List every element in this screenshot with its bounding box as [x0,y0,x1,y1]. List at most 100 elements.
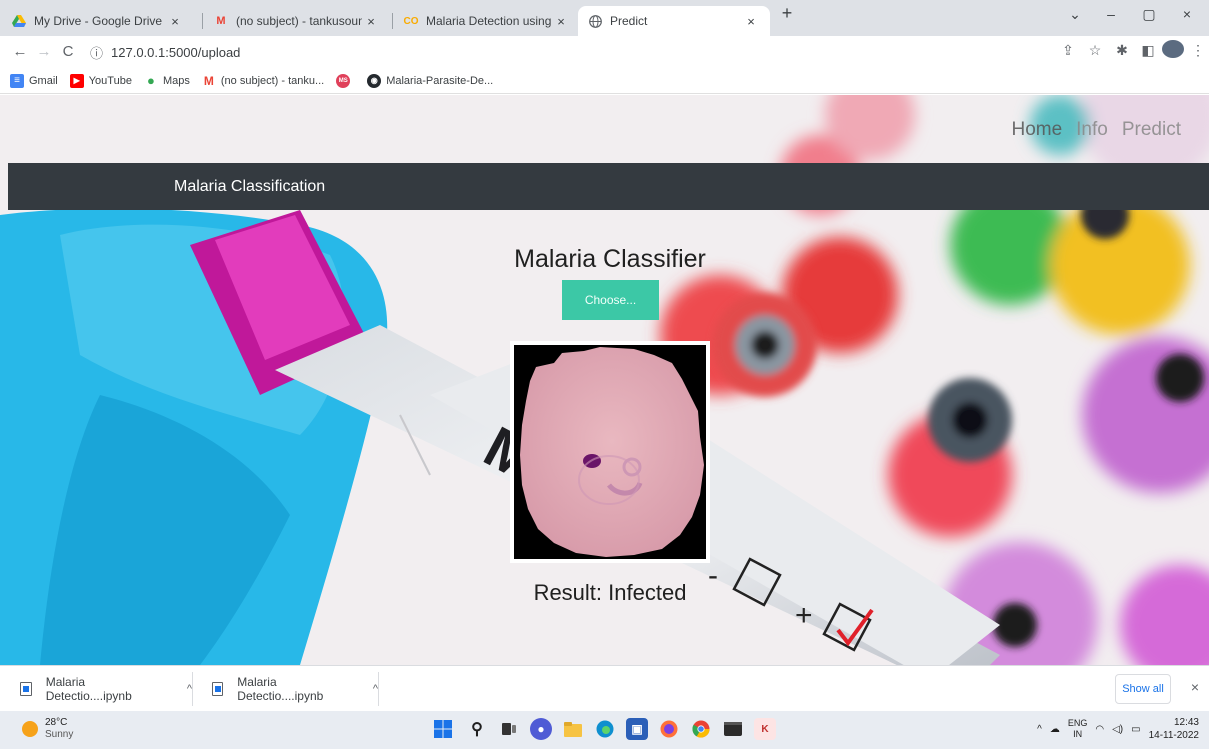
tab-divider [392,13,393,29]
chrome-icon[interactable] [690,718,712,740]
clock-date: 14-11-2022 [1148,730,1199,741]
bookmark-gmail[interactable]: ≡ Gmail [10,73,58,88]
bookmark-ms[interactable]: MS [336,73,355,88]
tab-title: My Drive - Google Drive [34,14,163,28]
bookmark-label: (no subject) - tanku... [220,74,325,87]
youtube-icon: ▶ [69,73,84,88]
download-item[interactable]: Malaria Detectio....ipynb ^ [192,666,378,712]
nav-predict-link[interactable]: Predict [1122,119,1181,141]
store-icon[interactable]: ▣ [626,718,648,740]
search-icon[interactable]: ⚲ [466,718,488,740]
file-icon [20,682,32,696]
docs-icon: ≡ [10,73,24,88]
windows-start-icon[interactable] [432,718,454,740]
tab-strip: My Drive - Google Drive × M (no subject)… [0,0,1209,36]
download-filename: Malaria Detectio....ipynb [45,675,132,703]
lang-region: IN [1073,729,1083,739]
weather-widget[interactable]: 28°C Sunny [22,717,73,741]
file-explorer-icon[interactable] [562,718,584,740]
colab-icon: CO [403,15,419,27]
chevron-down-icon[interactable]: ⌄ [1060,6,1090,23]
battery-icon[interactable]: ▭ [1131,724,1140,735]
file-icon [212,682,224,696]
address-text: 127.0.0.1:5000/upload [111,44,241,60]
close-icon[interactable]: × [166,14,184,29]
bookmark-github[interactable]: ◉ Malaria-Parasite-De... [367,73,493,88]
forward-button[interactable]: → [34,43,54,60]
globe-icon [588,14,602,28]
tab-gmail[interactable]: M (no subject) - tankusoumya@gm × [204,6,390,36]
download-divider [378,672,379,706]
maximize-button[interactable]: ▢ [1134,6,1164,23]
bookmark-label: Maps [162,74,190,87]
tab-google-drive[interactable]: My Drive - Google Drive × [2,6,194,36]
new-tab-button[interactable]: + [772,3,802,24]
clock[interactable]: 12:43 14-11-2022 [1149,716,1199,742]
teams-chat-icon[interactable]: ● [530,718,552,740]
choose-file-button[interactable]: Choose... [562,280,659,320]
tab-divider [202,13,203,29]
volume-icon[interactable]: ◁) [1112,724,1123,735]
cloud-icon[interactable]: ☁ [1050,724,1060,735]
share-icon[interactable]: ⇪ [1058,42,1078,59]
maps-icon: ● [147,73,155,88]
uploaded-cell-image [510,341,710,563]
svg-text:+: + [795,599,813,632]
bookmark-label: Gmail [29,74,58,87]
avatar[interactable] [1162,40,1184,58]
firefox-icon[interactable] [658,718,680,740]
tab-title: (no subject) - tankusoumya@gm [236,14,362,28]
weather-temp: 28°C [45,717,68,728]
prediction-result: Result: Infected [533,580,687,605]
downloads-bar: Malaria Detectio....ipynb ^ Malaria Dete… [0,665,1209,711]
info-icon[interactable]: ⓘ [90,43,103,62]
task-view-icon[interactable] [498,718,520,740]
bookmark-label: YouTube [88,74,132,87]
gmail-icon: M [203,73,214,88]
side-panel-icon[interactable]: ◧ [1138,42,1158,59]
bookmark-maps[interactable]: ● Maps [144,73,190,88]
download-item[interactable]: Malaria Detectio....ipynb ^ [0,666,192,712]
reload-button[interactable]: C [58,43,78,60]
tab-title: Predict [610,14,648,28]
github-icon: ◉ [367,73,382,88]
close-icon[interactable]: × [742,14,760,29]
close-icon[interactable]: × [1191,679,1199,695]
clock-time: 12:43 [1173,717,1199,728]
back-button[interactable]: ← [10,43,30,60]
minimize-button[interactable]: – [1096,6,1126,22]
nav-info-link[interactable]: Info [1076,119,1108,141]
show-all-button[interactable]: Show all [1115,674,1171,704]
system-tray: ^ ☁ ENG IN ◠ ◁) ▭ 12:43 14-11-2022 [1037,716,1199,742]
web-page: M + - Home Info Predict Malaria Classifi… [0,95,1209,665]
nav-home-link[interactable]: Home [1011,119,1062,141]
wifi-icon[interactable]: ◠ [1095,724,1104,735]
address-bar[interactable]: ⓘ 127.0.0.1:5000/upload [90,40,1050,64]
language-indicator[interactable]: ENG IN [1068,718,1088,740]
tab-title: Malaria Detection using DL.ipynb [426,14,552,28]
bookmarks-bar: ≡ Gmail ▶ YouTube ● Maps M (no subject) … [0,68,1209,94]
cell-image [514,345,706,559]
close-icon[interactable]: × [362,14,380,29]
window-close-button[interactable]: × [1172,6,1202,22]
bookmark-gmail-nosubject[interactable]: M (no subject) - tanku... [202,74,324,88]
tab-colab[interactable]: CO Malaria Detection using DL.ipynb × [394,6,580,36]
chevron-up-icon[interactable]: ^ [1037,724,1042,735]
weather-desc: Sunny [45,729,74,740]
extensions-icon[interactable]: ✱ [1112,42,1132,59]
ms-icon: MS [336,73,351,88]
menu-icon[interactable]: ⋮ [1188,42,1208,59]
download-filename: Malaria Detectio....ipynb [237,675,324,703]
edge-icon[interactable] [594,718,616,740]
terminal-icon[interactable] [722,718,744,740]
close-icon[interactable]: × [552,14,570,29]
sun-icon [22,721,38,737]
tab-predict[interactable]: Predict × [578,6,770,36]
windows-taskbar: 28°C Sunny ⚲ ● ▣ K ^ ☁ ENG IN ◠ ◁) ▭ 12:… [0,711,1209,749]
bookmark-youtube[interactable]: ▶ YouTube [69,73,132,88]
lang-code: ENG [1067,718,1088,728]
navbar: Malaria Classification [8,163,1209,210]
navbar-brand[interactable]: Malaria Classification [174,178,325,196]
star-icon[interactable]: ☆ [1085,42,1105,59]
app-icon[interactable]: K [754,718,776,740]
